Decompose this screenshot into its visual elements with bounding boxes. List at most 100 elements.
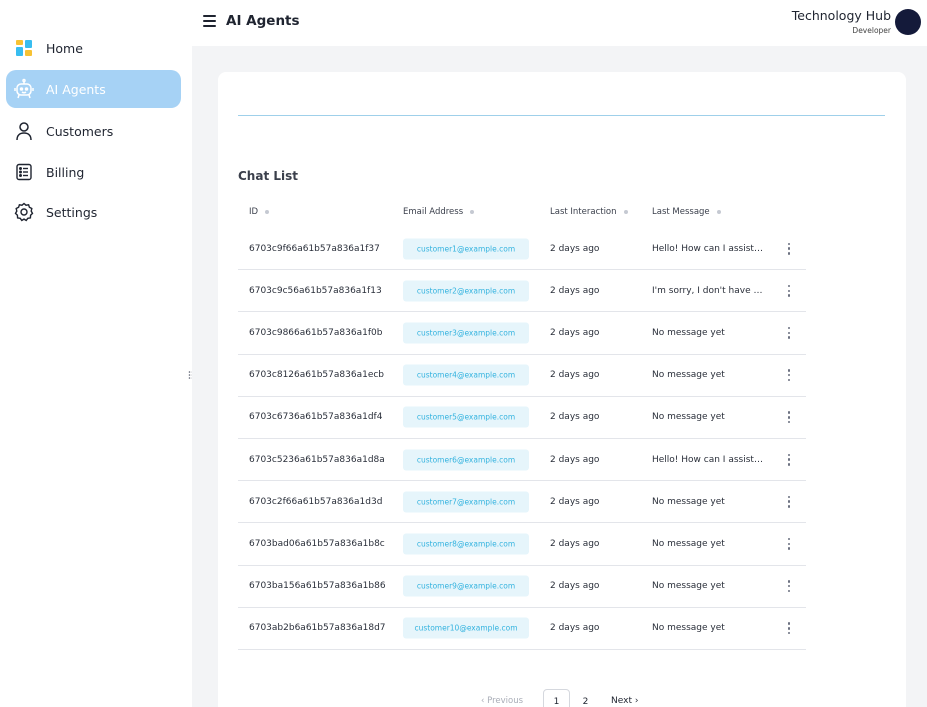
- chat-table: ID Email Address Last Interaction Last M…: [238, 198, 806, 650]
- column-header-label: Last Interaction: [550, 207, 617, 217]
- more-options-icon[interactable]: [784, 368, 794, 382]
- main-content: Chat List ID Email Address Last Interact…: [192, 46, 927, 707]
- column-header-last-interaction[interactable]: Last Interaction: [550, 207, 628, 217]
- avatar[interactable]: [895, 9, 921, 35]
- column-header-email[interactable]: Email Address: [403, 207, 475, 217]
- email-chip[interactable]: customer5@example.com: [403, 406, 529, 428]
- table-row[interactable]: 6703c9c56a61b57a836a1f13 customer2@exampl…: [238, 270, 806, 313]
- last-message: I'm sorry, I don't have t...: [652, 285, 764, 296]
- email-chip[interactable]: customer1@example.com: [403, 238, 529, 260]
- email-chip[interactable]: customer6@example.com: [403, 449, 529, 471]
- table-body: 6703c9f66a61b57a836a1f37 customer1@exampl…: [238, 228, 806, 650]
- sidebar-item-label: Settings: [46, 204, 98, 220]
- column-header-last-message[interactable]: Last Message: [652, 207, 721, 217]
- page-1-button[interactable]: 1: [543, 689, 570, 707]
- more-options-icon[interactable]: [784, 242, 794, 256]
- last-interaction: 2 days ago: [550, 623, 600, 634]
- previous-page-button[interactable]: ‹ Previous: [481, 696, 523, 706]
- page-2-button[interactable]: 2: [572, 689, 599, 707]
- table-row[interactable]: 6703ab2b6a61b57a836a18d7 customer10@examp…: [238, 608, 806, 650]
- last-message: No message yet: [652, 370, 725, 381]
- table-header: ID Email Address Last Interaction Last M…: [238, 198, 806, 228]
- sidebar-item-home[interactable]: Home: [6, 29, 181, 67]
- row-id: 6703ba156a61b57a836a1b86: [249, 581, 386, 592]
- sidebar: Home AI Agents Customers Billing Setting…: [0, 0, 192, 707]
- email-chip[interactable]: customer3@example.com: [403, 322, 529, 344]
- email-chip[interactable]: customer8@example.com: [403, 533, 529, 555]
- last-interaction: 2 days ago: [550, 370, 600, 381]
- email-chip[interactable]: customer4@example.com: [403, 364, 529, 386]
- column-header-label: Last Message: [652, 207, 710, 217]
- row-id: 6703c8126a61b57a836a1ecb: [249, 370, 385, 381]
- table-row[interactable]: 6703c9f66a61b57a836a1f37 customer1@exampl…: [238, 228, 806, 271]
- last-message: No message yet: [652, 412, 725, 423]
- last-message: No message yet: [652, 538, 725, 549]
- page-title: AI Agents: [226, 13, 300, 29]
- row-id: 6703c6736a61b57a836a1df4: [249, 412, 383, 423]
- sort-icon: [470, 210, 475, 214]
- sidebar-item-label: Home: [46, 40, 83, 56]
- last-interaction: 2 days ago: [550, 243, 600, 254]
- last-interaction: 2 days ago: [550, 412, 600, 423]
- more-options-icon[interactable]: [784, 453, 794, 467]
- last-interaction: 2 days ago: [550, 327, 600, 338]
- user-icon: [13, 120, 35, 142]
- next-page-button[interactable]: Next ›: [611, 696, 638, 706]
- row-id: 6703c9f66a61b57a836a1f37: [249, 243, 380, 254]
- email-chip[interactable]: customer9@example.com: [403, 575, 529, 597]
- more-options-icon[interactable]: [784, 410, 794, 424]
- sort-icon: [623, 210, 628, 214]
- top-header: AI Agents Technology Hub Developer: [192, 0, 927, 46]
- sidebar-item-label: AI Agents: [46, 81, 106, 97]
- section-title: Chat List: [238, 169, 298, 183]
- home-icon: [13, 37, 35, 59]
- more-options-icon[interactable]: [784, 537, 794, 551]
- email-chip[interactable]: customer7@example.com: [403, 491, 529, 513]
- pagination: ‹ Previous 1 2 Next ›: [218, 689, 906, 707]
- row-id: 6703bad06a61b57a836a1b8c: [249, 538, 385, 549]
- table-row[interactable]: 6703c5236a61b57a836a1d8a customer6@exampl…: [238, 439, 806, 482]
- row-id: 6703c2f66a61b57a836a1d3d: [249, 496, 383, 507]
- sidebar-item-settings[interactable]: Settings: [6, 193, 181, 231]
- table-row[interactable]: 6703c6736a61b57a836a1df4 customer5@exampl…: [238, 397, 806, 439]
- sort-icon: [716, 210, 721, 214]
- sidebar-item-ai-agents[interactable]: AI Agents: [6, 70, 181, 108]
- more-options-icon[interactable]: [784, 621, 794, 635]
- table-row[interactable]: 6703c2f66a61b57a836a1d3d customer7@exampl…: [238, 481, 806, 524]
- more-options-icon[interactable]: [784, 284, 794, 298]
- last-interaction: 2 days ago: [550, 538, 600, 549]
- robot-icon: [13, 78, 35, 100]
- row-id: 6703c9866a61b57a836a1f0b: [249, 327, 383, 338]
- chat-list-card: Chat List ID Email Address Last Interact…: [218, 72, 906, 707]
- table-row[interactable]: 6703ba156a61b57a836a1b86 customer9@exampl…: [238, 566, 806, 608]
- table-row[interactable]: 6703bad06a61b57a836a1b8c customer8@exampl…: [238, 523, 806, 566]
- more-options-icon[interactable]: [784, 579, 794, 593]
- sidebar-item-label: Customers: [46, 123, 114, 139]
- email-chip[interactable]: customer10@example.com: [403, 617, 529, 639]
- sidebar-item-billing[interactable]: Billing: [6, 153, 181, 191]
- more-options-icon[interactable]: [784, 495, 794, 509]
- row-id: 6703c5236a61b57a836a1d8a: [249, 454, 385, 465]
- sidebar-item-customers[interactable]: Customers: [6, 112, 181, 150]
- sidebar-item-label: Billing: [46, 164, 85, 180]
- last-message: Hello! How can I assist ...: [652, 243, 764, 254]
- last-message: No message yet: [652, 581, 725, 592]
- column-header-label: Email Address: [403, 207, 464, 217]
- column-header-id[interactable]: ID: [249, 207, 270, 217]
- hamburger-menu-icon[interactable]: [203, 15, 216, 27]
- email-chip[interactable]: customer2@example.com: [403, 280, 529, 302]
- last-interaction: 2 days ago: [550, 581, 600, 592]
- last-interaction: 2 days ago: [550, 496, 600, 507]
- last-message: Hello! How can I assist ...: [652, 454, 764, 465]
- sort-icon: [265, 210, 270, 214]
- more-options-icon[interactable]: [784, 326, 794, 340]
- divider: [238, 115, 885, 116]
- last-message: No message yet: [652, 496, 725, 507]
- row-id: 6703ab2b6a61b57a836a18d7: [249, 623, 386, 634]
- table-row[interactable]: 6703c8126a61b57a836a1ecb customer4@exampl…: [238, 355, 806, 397]
- table-row[interactable]: 6703c9866a61b57a836a1f0b customer3@exampl…: [238, 312, 806, 355]
- row-id: 6703c9c56a61b57a836a1f13: [249, 285, 382, 296]
- column-header-label: ID: [249, 207, 259, 217]
- org-name: Technology Hub: [791, 8, 891, 23]
- gear-icon: [13, 201, 35, 223]
